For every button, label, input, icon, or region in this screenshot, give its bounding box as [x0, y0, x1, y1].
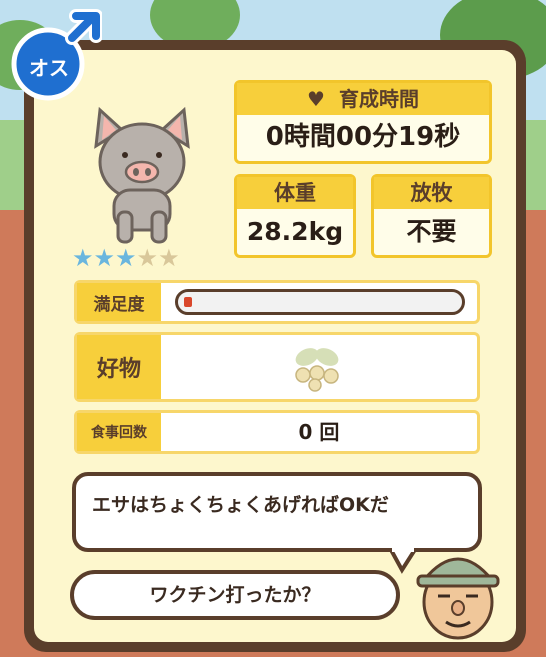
- growth-time-label: 育成時間: [338, 87, 419, 111]
- satisfaction-bar-fill: [184, 297, 192, 307]
- growth-time-box: ♥ 育成時間 0時間00分19秒: [234, 80, 492, 164]
- weight-header: 体重: [237, 177, 353, 209]
- star-empty-icon: ★: [136, 244, 159, 272]
- grazing-box: 放牧 不要: [371, 174, 492, 258]
- player-speech-bubble[interactable]: ワクチン打ったか？: [70, 570, 400, 620]
- soybean-icon: [295, 348, 339, 392]
- star-filled-icon: ★: [93, 244, 116, 272]
- weight-value: 28.2kg: [246, 217, 344, 246]
- farmer-avatar: [416, 557, 500, 640]
- grazing-value: 不要: [406, 217, 457, 246]
- gender-label: オス: [29, 56, 69, 80]
- favorite-food-area: [161, 335, 477, 399]
- meal-count-row: 食事回数 0 回: [74, 410, 480, 454]
- favorite-food-row: 好物: [74, 332, 480, 402]
- weight-box: 体重 28.2kg: [234, 174, 356, 258]
- star-filled-icon: ★: [72, 244, 94, 272]
- grazing-header: 放牧: [374, 177, 489, 209]
- satisfaction-label: 満足度: [77, 283, 161, 321]
- star-empty-icon: ★: [158, 244, 180, 272]
- heart-icon: ♥: [307, 87, 325, 111]
- growth-time-header: ♥ 育成時間: [237, 83, 489, 115]
- satisfaction-row: 満足度: [74, 280, 480, 324]
- pig-illustration: [94, 106, 190, 244]
- rating-stars: ★★★★★: [72, 244, 180, 272]
- meal-count-label: 食事回数: [77, 413, 161, 451]
- player-speech-text: ワクチン打ったか？: [149, 584, 321, 606]
- meal-count-value: 0 回: [298, 420, 340, 444]
- farmer-speech-text: エサはちょくちょくあげればOKだ: [92, 494, 389, 516]
- star-filled-icon: ★: [115, 244, 137, 272]
- satisfaction-bar: [175, 289, 465, 315]
- gender-badge: オス: [6, 8, 103, 104]
- growth-time-value: 0時間00分19秒: [265, 122, 461, 152]
- favorite-food-label: 好物: [77, 335, 161, 399]
